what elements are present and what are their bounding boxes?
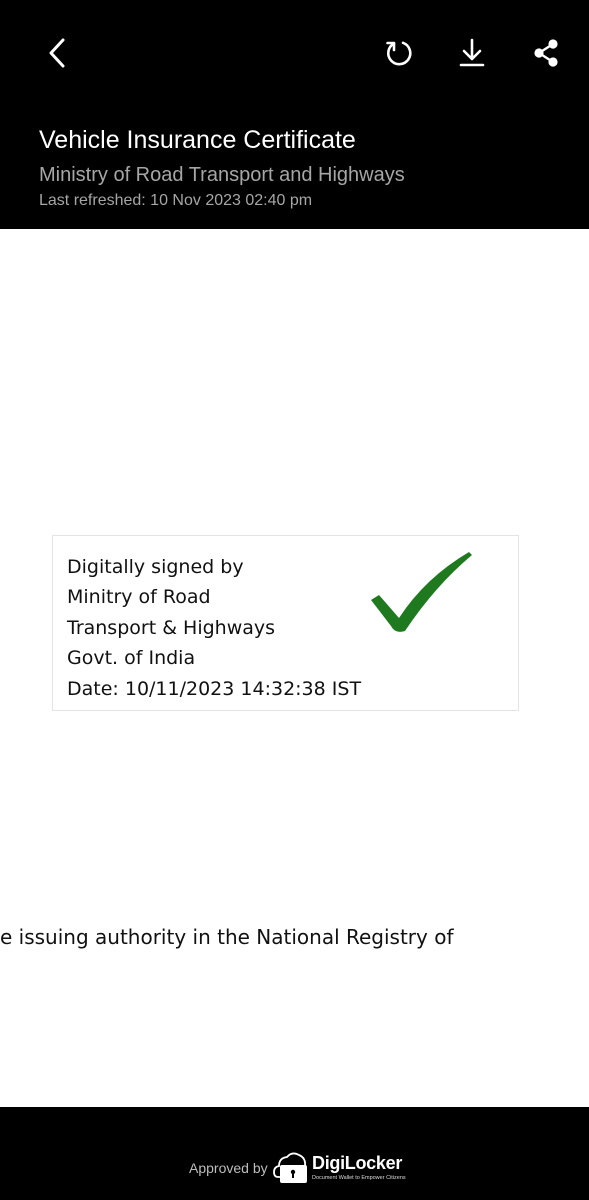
signature-line: Minitry of Road <box>67 586 211 609</box>
approved-by-label: Approved by <box>189 1160 268 1176</box>
back-arrow-icon <box>46 38 70 68</box>
download-button[interactable] <box>448 29 496 77</box>
back-button[interactable] <box>34 29 82 77</box>
app-header: Vehicle Insurance Certificate Ministry o… <box>0 0 589 229</box>
checkmark-icon <box>369 548 473 639</box>
signature-text: Digitally signed by Minitry of Road Tran… <box>67 552 361 704</box>
issuer-name: Ministry of Road Transport and Highways <box>39 164 405 186</box>
signature-line: Govt. of India <box>67 647 196 670</box>
share-icon <box>532 38 560 68</box>
cloud-lock-icon <box>273 1149 309 1190</box>
document-viewer[interactable]: Digitally signed by Minitry of Road Tran… <box>0 229 589 1107</box>
footer-bar: Approved by DigiLocker Document Wallet t… <box>0 1107 589 1200</box>
page-title: Vehicle Insurance Certificate <box>39 126 356 154</box>
signature-line: Transport & Highways <box>67 616 276 639</box>
last-refreshed-text: Last refreshed: 10 Nov 2023 02:40 pm <box>39 192 313 209</box>
certificate-body-text: e issuing authority in the National Regi… <box>0 925 454 949</box>
digilocker-logo: DigiLocker Document Wallet to Empower Ci… <box>273 1149 406 1185</box>
signature-line: Digitally signed by <box>67 556 244 578</box>
signature-date: Date: 10/11/2023 14:32:38 IST <box>67 677 362 700</box>
download-icon <box>458 38 486 68</box>
brand-name: DigiLocker <box>312 1153 403 1173</box>
refresh-button[interactable] <box>375 29 423 77</box>
share-button[interactable] <box>522 29 570 77</box>
brand-tagline: Document Wallet to Empower Citizens <box>312 1175 406 1181</box>
digital-signature-box: Digitally signed by Minitry of Road Tran… <box>52 535 519 711</box>
refresh-icon <box>384 38 414 68</box>
